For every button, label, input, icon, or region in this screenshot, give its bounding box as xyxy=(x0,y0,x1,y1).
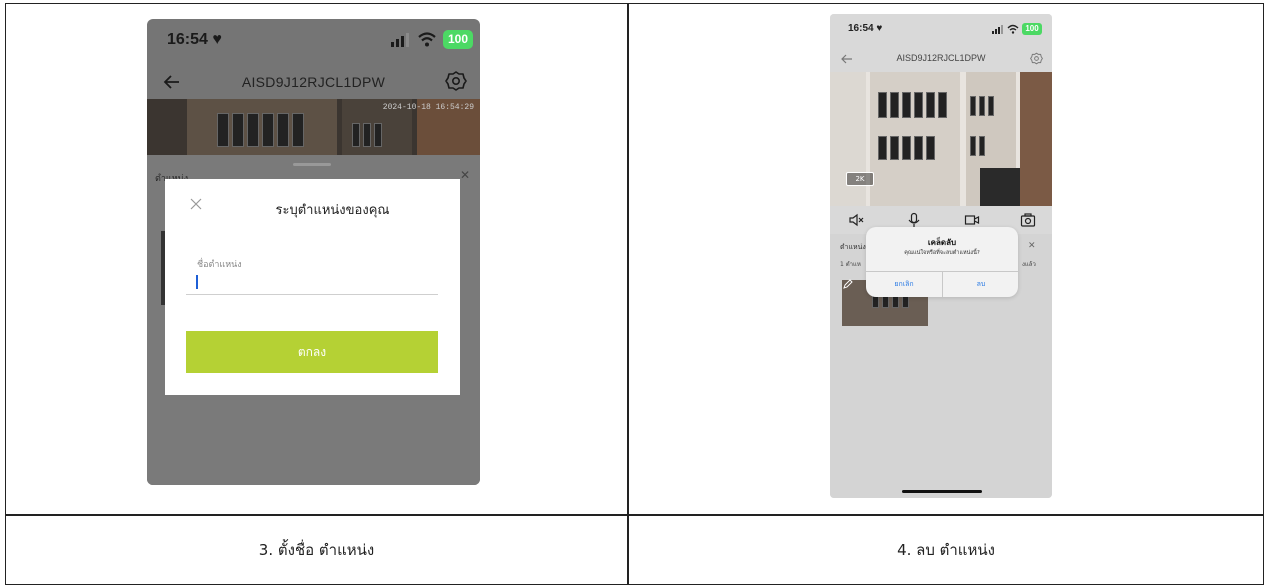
location-name-input[interactable] xyxy=(186,271,438,295)
name-location-dialog: ระบุตำแหน่งของคุณ ชื่อตำแหน่ง ตกลง xyxy=(165,179,460,395)
gear-icon[interactable] xyxy=(1030,52,1043,65)
close-icon[interactable] xyxy=(189,197,203,211)
alert-title: เคล็ดลับ xyxy=(927,238,957,247)
camera-preview: 2024-10-18 16:54:29 xyxy=(147,99,480,155)
status-time: 16:54 ♥ xyxy=(167,31,222,48)
mic-icon[interactable] xyxy=(906,212,922,228)
text-caret xyxy=(196,275,198,289)
delete-button[interactable]: ลบ xyxy=(943,272,1018,297)
status-bar: 16:54 ♥ 100 xyxy=(147,19,480,65)
mute-icon[interactable] xyxy=(848,212,864,228)
alert-message: คุณแน่ใจหรือที่จะลบตำแหน่งนี้? xyxy=(904,250,980,256)
home-indicator[interactable] xyxy=(902,490,982,493)
nav-bar: AISD9J12RJCL1DPW xyxy=(147,65,480,103)
record-icon[interactable] xyxy=(964,212,980,228)
sheet-title: ตำแหน่ง xyxy=(840,243,866,251)
battery-indicator: 100 xyxy=(443,30,473,49)
nav-bar: AISD9J12RJCL1DPW xyxy=(830,46,1052,72)
wifi-icon xyxy=(418,32,436,47)
device-title: AISD9J12RJCL1DPW xyxy=(241,74,386,90)
table-column-divider xyxy=(627,4,629,584)
caption-step-4: 4. ลบ ตำแหน่ง xyxy=(897,541,995,559)
wifi-icon xyxy=(1007,24,1019,34)
caption-step-3: 3. ตั้งชื่อ ตำแหน่ง xyxy=(258,541,375,559)
sheet-close-icon[interactable]: ✕ xyxy=(460,168,470,182)
phone-screenshot-name-location: 16:54 ♥ 100 AISD9J12RJCL1DPW 2024-10-18 … xyxy=(147,19,480,485)
status-bar: 16:54 ♥ 100 xyxy=(830,14,1052,46)
resolution-badge[interactable]: 2K xyxy=(846,172,874,186)
dialog-title: ระบุตำแหน่งของคุณ xyxy=(275,203,390,218)
sheet-handle[interactable] xyxy=(293,163,331,166)
gear-icon[interactable] xyxy=(445,70,467,92)
camera-icon[interactable] xyxy=(1020,212,1036,228)
delete-confirm-alert: เคล็ดลับ คุณแน่ใจหรือที่จะลบตำแหน่งนี้? … xyxy=(866,227,1018,297)
battery-indicator: 100 xyxy=(1022,23,1042,35)
ok-button[interactable]: ตกลง xyxy=(186,331,438,373)
camera-preview: 2K xyxy=(830,72,1052,206)
video-timestamp: 2024-10-18 16:54:29 xyxy=(382,103,474,112)
signal-icon xyxy=(391,33,409,47)
device-title: AISD9J12RJCL1DPW xyxy=(896,53,986,63)
location-name-label: ชื่อตำแหน่ง xyxy=(197,260,242,270)
phone-screenshot-delete-location: 16:54 ♥ 100 AISD9J12RJCL1DPW 2K ตำแหน่ง … xyxy=(830,14,1052,498)
signal-icon xyxy=(992,25,1003,34)
location-count-text: 1 ตำแห xyxy=(840,261,861,268)
location-count-suffix: งแล้ว xyxy=(1022,261,1036,268)
cancel-button[interactable]: ยกเลิก xyxy=(866,272,942,297)
status-time: 16:54 ♥ xyxy=(848,23,883,34)
pencil-icon[interactable] xyxy=(842,278,854,290)
sheet-close-icon[interactable]: ✕ xyxy=(1028,241,1036,251)
